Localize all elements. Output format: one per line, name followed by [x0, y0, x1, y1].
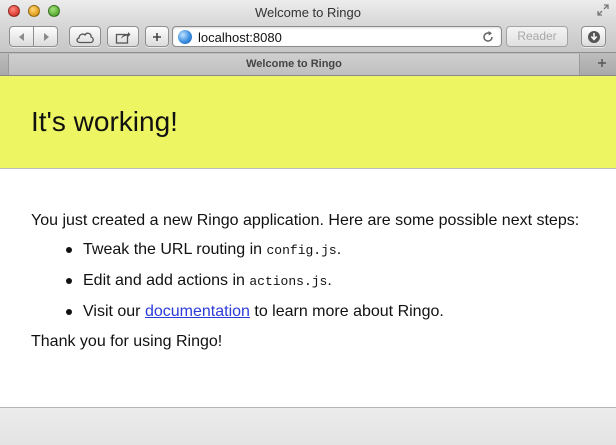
tab-label: Welcome to Ringo	[246, 58, 342, 70]
bullet	[66, 247, 72, 253]
page-content: You just created a new Ringo application…	[31, 211, 601, 352]
step-text: Visit our	[83, 303, 145, 320]
browser-toolbar: localhost:8080 Reader	[0, 24, 616, 52]
reload-icon[interactable]	[481, 30, 495, 44]
address-url[interactable]: localhost:8080	[198, 30, 282, 45]
intro-text: You just created a new Ringo application…	[31, 212, 580, 229]
icloud-tabs-button[interactable]	[69, 26, 101, 47]
step-text: Edit and add actions in	[83, 272, 250, 289]
web-page: It's working! You just created a new Rin…	[0, 76, 616, 407]
back-button[interactable]	[9, 26, 34, 47]
globe-icon	[178, 30, 192, 44]
tab-bar: Welcome to Ringo	[0, 52, 616, 76]
add-tab-button[interactable]	[594, 56, 610, 72]
bullet	[66, 278, 72, 284]
bullet	[66, 309, 72, 315]
step-suffix: .	[336, 241, 342, 258]
step-suffix: .	[327, 272, 332, 289]
list-item: Visit our documentation to learn more ab…	[66, 302, 601, 322]
new-tab-button[interactable]	[145, 26, 169, 47]
title-bar: Welcome to Ringo	[0, 0, 616, 24]
documentation-link[interactable]: documentation	[145, 303, 250, 320]
fullscreen-icon[interactable]	[596, 4, 610, 18]
forward-button[interactable]	[33, 26, 58, 47]
tab-welcome-to-ringo[interactable]: Welcome to Ringo	[8, 54, 580, 75]
status-bar	[0, 407, 616, 445]
page-title: It's working!	[31, 106, 178, 137]
share-button[interactable]	[107, 26, 139, 47]
step-suffix: to learn more about Ringo.	[249, 303, 444, 320]
code-filename: config.js	[266, 243, 337, 258]
window-title: Welcome to Ringo	[255, 5, 361, 20]
thanks-text: Thank you for using Ringo!	[31, 333, 223, 350]
reader-button[interactable]: Reader	[506, 26, 568, 47]
list-item: Edit and add actions in actions.js.	[66, 271, 601, 292]
address-bar[interactable]: localhost:8080	[172, 26, 502, 47]
step-text: Tweak the URL routing in	[83, 241, 267, 258]
plus-icon	[597, 56, 607, 71]
downloads-button[interactable]	[581, 26, 606, 47]
page-banner: It's working!	[0, 76, 616, 169]
list-item: Tweak the URL routing in config.js.	[66, 240, 601, 261]
browser-window: Welcome to Ringo localhost:8080 Reader W…	[0, 0, 616, 445]
code-filename: actions.js	[249, 274, 328, 289]
next-steps-list: Tweak the URL routing in config.js. Edit…	[66, 240, 601, 322]
